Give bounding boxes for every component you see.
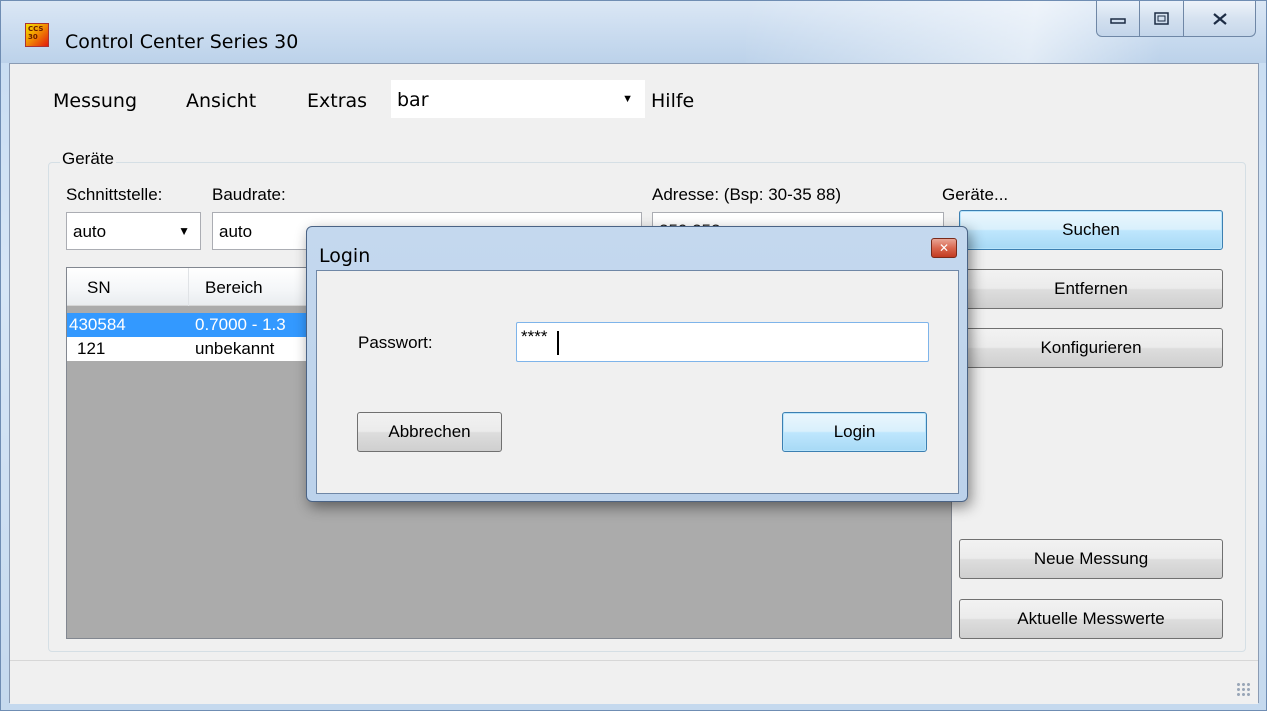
unit-combo[interactable]: bar ▼	[390, 79, 646, 119]
row-sn: 121	[77, 339, 106, 358]
interface-combo[interactable]: auto ▼	[66, 212, 201, 250]
login-button[interactable]: Login	[782, 412, 927, 452]
cancel-button[interactable]: Abbrechen	[357, 412, 502, 452]
column-bereich[interactable]: Bereich	[205, 278, 263, 298]
row-range: 0.7000 - 1.3	[195, 315, 286, 334]
devices-actions-label: Geräte...	[942, 185, 1009, 204]
configure-button[interactable]: Konfigurieren	[959, 328, 1223, 368]
menu-hilfe[interactable]: Hilfe	[651, 90, 694, 112]
search-button[interactable]: Suchen	[959, 210, 1223, 250]
status-bar	[10, 660, 1258, 704]
maximize-icon	[1153, 11, 1169, 25]
text-caret	[557, 331, 559, 355]
row-range: unbekannt	[195, 339, 275, 358]
menu-ansicht[interactable]: Ansicht	[186, 90, 256, 112]
current-values-button[interactable]: Aktuelle Messwerte	[959, 599, 1223, 639]
new-measurement-button[interactable]: Neue Messung	[959, 539, 1223, 579]
password-label: Passwort:	[358, 333, 433, 352]
column-separator[interactable]	[188, 268, 189, 306]
menu-extras[interactable]: Extras	[307, 90, 367, 112]
dropdown-arrow-icon: ▼	[178, 224, 190, 238]
column-sn[interactable]: SN	[87, 278, 111, 298]
resize-grip-icon[interactable]	[1236, 682, 1252, 698]
baud-combo-value: auto	[219, 222, 253, 241]
dropdown-arrow-icon: ▼	[622, 93, 633, 105]
menu-messung[interactable]: Messung	[53, 90, 137, 112]
interface-combo-value: auto	[73, 222, 107, 241]
window-title: Control Center Series 30	[65, 31, 299, 53]
unit-combo-value: bar	[397, 89, 429, 111]
address-label: Adresse: (Bsp: 30-35 88)	[652, 185, 841, 204]
remove-button[interactable]: Entfernen	[959, 269, 1223, 309]
interface-label: Schnittstelle:	[66, 185, 163, 204]
login-dialog: Login ✕ Passwort: **** Abbrechen Login	[306, 226, 968, 502]
minimize-icon	[1110, 17, 1126, 24]
app-icon: CCS 30	[25, 23, 49, 47]
login-dialog-body: Passwort: **** Abbrechen Login	[316, 270, 959, 494]
devices-group-label: Geräte	[60, 149, 116, 169]
password-value: ****	[521, 327, 548, 346]
login-dialog-title: Login	[319, 245, 371, 267]
close-icon	[1212, 12, 1227, 25]
maximize-button[interactable]	[1140, 1, 1184, 37]
menu-bar: Messung Ansicht Extras bar ▼ Hilfe	[10, 64, 1258, 124]
title-bar[interactable]: CCS 30 Control Center Series 30	[1, 1, 1266, 63]
dialog-close-button[interactable]: ✕	[931, 238, 957, 258]
window-close-button[interactable]	[1184, 1, 1256, 37]
baud-label: Baudrate:	[212, 185, 286, 204]
minimize-button[interactable]	[1096, 1, 1140, 37]
caption-buttons	[1096, 1, 1256, 37]
row-sn: 430584	[69, 315, 126, 334]
close-icon: ✕	[938, 241, 950, 255]
password-field[interactable]: ****	[516, 322, 929, 362]
